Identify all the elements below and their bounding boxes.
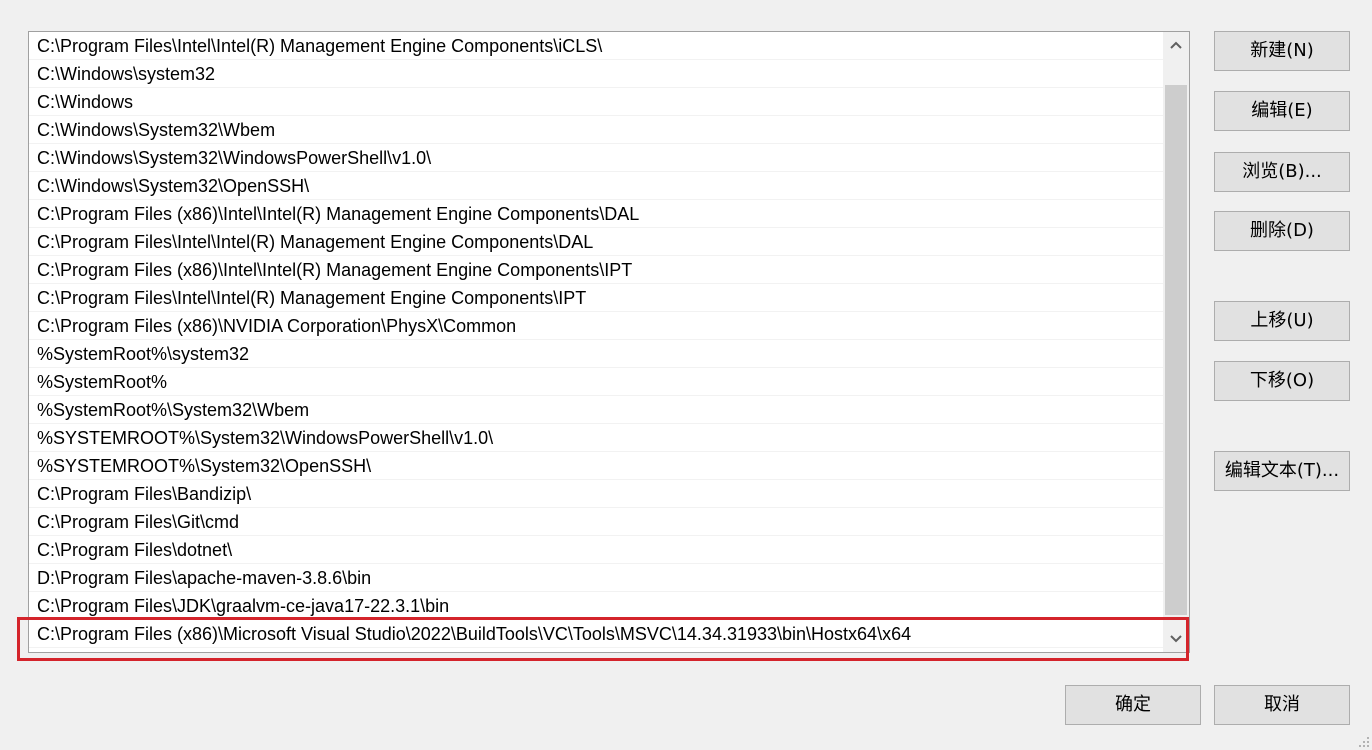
edit-environment-variable-dialog: C:\Program Files\Intel\Intel(R) Manageme… [0,0,1372,750]
list-item[interactable]: C:\Windows\System32\OpenSSH\ [29,172,1164,200]
list-item[interactable]: C:\Program Files\Intel\Intel(R) Manageme… [29,32,1164,60]
chevron-up-icon[interactable] [1163,32,1189,58]
list-item[interactable]: %SystemRoot%\System32\Wbem [29,396,1164,424]
list-item[interactable]: C:\Windows\system32 [29,60,1164,88]
chevron-down-icon[interactable] [1163,626,1189,652]
list-item[interactable]: C:\Program Files\Bandizip\ [29,480,1164,508]
edit-text-button[interactable]: 编辑文本(T)... [1214,451,1350,491]
list-item[interactable]: C:\Windows\System32\WindowsPowerShell\v1… [29,144,1164,172]
list-item[interactable]: C:\Program Files\JDK\graalvm-ce-java17-2… [29,592,1164,620]
list-item[interactable]: C:\Windows [29,88,1164,116]
cancel-button[interactable]: 取消 [1214,685,1350,725]
resize-grip-icon[interactable] [1358,736,1370,748]
list-item[interactable]: %SystemRoot% [29,368,1164,396]
list-item[interactable]: C:\Windows\System32\Wbem [29,116,1164,144]
list-item[interactable]: %SYSTEMROOT%\System32\WindowsPowerShell\… [29,424,1164,452]
path-list[interactable]: C:\Program Files\Intel\Intel(R) Manageme… [28,31,1190,653]
move-up-button[interactable]: 上移(U) [1214,301,1350,341]
list-item[interactable]: C:\Program Files\dotnet\ [29,536,1164,564]
list-item[interactable]: D:\Program Files\apache-maven-3.8.6\bin [29,564,1164,592]
delete-button[interactable]: 删除(D) [1214,211,1350,251]
scrollbar-thumb[interactable] [1165,85,1187,615]
path-list-rows: C:\Program Files\Intel\Intel(R) Manageme… [29,32,1164,648]
list-item[interactable]: C:\Program Files (x86)\Intel\Intel(R) Ma… [29,256,1164,284]
edit-button[interactable]: 编辑(E) [1214,91,1350,131]
list-item[interactable]: C:\Program Files\Intel\Intel(R) Manageme… [29,228,1164,256]
list-item-highlighted[interactable]: C:\Program Files (x86)\Microsoft Visual … [29,620,1164,648]
vertical-scrollbar[interactable] [1163,32,1189,652]
list-item[interactable]: C:\Program Files (x86)\NVIDIA Corporatio… [29,312,1164,340]
list-item[interactable]: C:\Program Files\Intel\Intel(R) Manageme… [29,284,1164,312]
list-item[interactable]: %SystemRoot%\system32 [29,340,1164,368]
list-item[interactable]: %SYSTEMROOT%\System32\OpenSSH\ [29,452,1164,480]
browse-button[interactable]: 浏览(B)... [1214,152,1350,192]
list-item[interactable]: C:\Program Files\Git\cmd [29,508,1164,536]
list-item[interactable]: C:\Program Files (x86)\Intel\Intel(R) Ma… [29,200,1164,228]
move-down-button[interactable]: 下移(O) [1214,361,1350,401]
new-button[interactable]: 新建(N) [1214,31,1350,71]
ok-button[interactable]: 确定 [1065,685,1201,725]
